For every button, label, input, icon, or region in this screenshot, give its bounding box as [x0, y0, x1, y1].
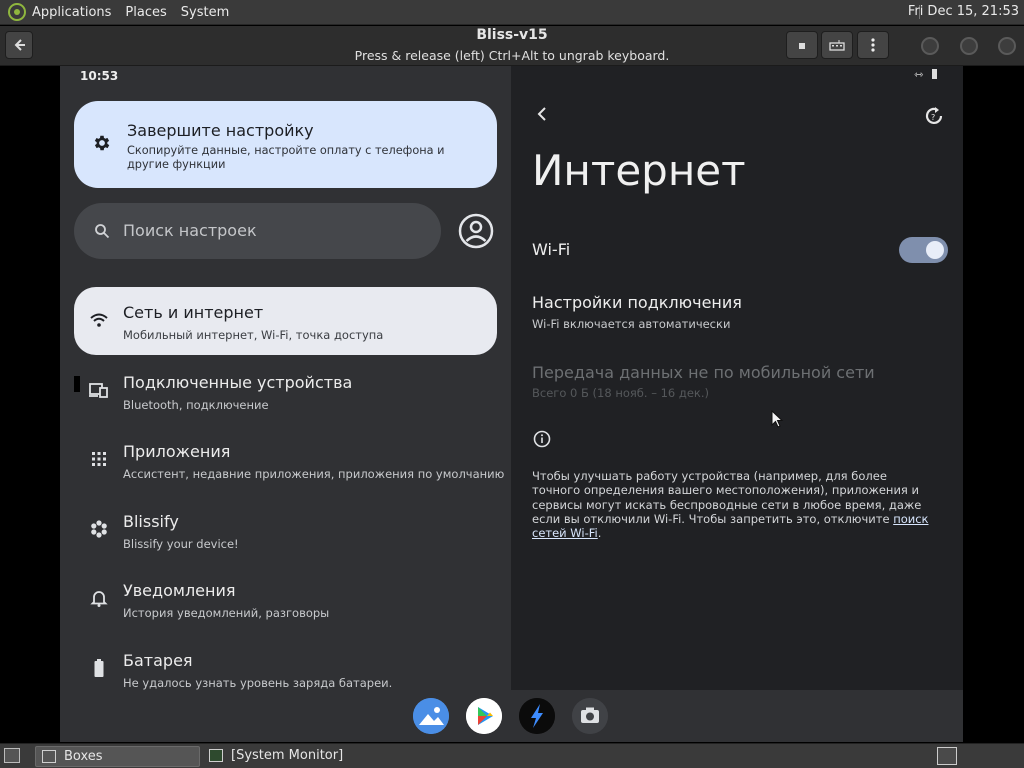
battery-icon: [94, 659, 104, 677]
menu-system[interactable]: System: [181, 5, 229, 20]
settings-item-connected-devices[interactable]: Подключенные устройства Bluetooth, подкл…: [74, 357, 497, 425]
ethernet-icon: ⇿: [914, 68, 924, 81]
settings-item-blissify[interactable]: Blissify Blissify your device!: [74, 496, 497, 564]
settings-item-sub: Ассистент, недавние приложения, приложен…: [123, 467, 505, 481]
wifi-label[interactable]: Wi-Fi: [532, 240, 570, 259]
gear-icon: [94, 135, 110, 151]
minimize-button[interactable]: [921, 37, 939, 55]
android-screen[interactable]: 10:53 Завершите настройку Скопируйте дан…: [60, 66, 963, 742]
settings-item-sub: Bluetooth, подключение: [123, 398, 269, 412]
gallery-icon[interactable]: [413, 698, 449, 734]
wifi-scan-info: Чтобы улучшать работу устройства (наприм…: [532, 469, 937, 540]
back-chevron-icon[interactable]: [534, 104, 550, 124]
stop-icon: [799, 43, 805, 49]
show-desktop-icon[interactable]: [4, 748, 20, 763]
system-monitor-app-icon: [209, 749, 223, 762]
settings-item-label: Приложения: [123, 442, 231, 461]
bolt-icon[interactable]: [519, 698, 555, 734]
taskbar-item-system-monitor[interactable]: [System Monitor]: [203, 746, 403, 767]
account-avatar-icon[interactable]: [458, 213, 494, 249]
status-bar-time: 10:53: [80, 69, 119, 83]
wifi-scan-info-text: Чтобы улучшать работу устройства (наприм…: [532, 469, 922, 526]
info-period: .: [597, 526, 602, 541]
search-placeholder: Поиск настроек: [123, 221, 257, 240]
camera-glyph: [572, 698, 608, 734]
non-mobile-data-sub: Всего 0 Б (18 нояб. – 16 дек.): [532, 386, 709, 400]
desktop-top-panel: Applications Places System Fri Dec 15, 2…: [0, 0, 1024, 25]
settings-item-sub: Мобильный интернет, Wi-Fi, точка доступа: [123, 328, 384, 342]
svg-text:?: ?: [931, 113, 935, 122]
connection-settings-sub: Wi-Fi включается автоматически: [532, 317, 731, 331]
settings-item-label: Blissify: [123, 512, 179, 531]
flower-icon: [91, 520, 107, 538]
gallery-glyph: [413, 698, 449, 734]
keyboard-icon: [829, 40, 845, 51]
bolt-glyph: [519, 698, 555, 734]
clock[interactable]: Fri Dec 15, 21:53: [908, 4, 1019, 19]
app-dock: [60, 690, 963, 742]
finish-setup-title: Завершите настройку: [127, 121, 314, 140]
finish-setup-card[interactable]: Завершите настройку Скопируйте данные, н…: [74, 101, 497, 188]
settings-item-label: Сеть и интернет: [123, 303, 264, 322]
distro-logo-icon[interactable]: [8, 3, 26, 21]
keyboard-button[interactable]: [821, 31, 853, 59]
taskbar-item-boxes[interactable]: Boxes: [35, 746, 200, 767]
menu-places[interactable]: Places: [125, 5, 166, 20]
taskbar-item-label: Boxes: [64, 749, 103, 764]
apps-icon: [92, 452, 106, 466]
kebab-menu-icon: [871, 38, 875, 52]
wifi-toggle[interactable]: [899, 237, 948, 263]
settings-item-sub: Не удалось узнать уровень заряда батареи…: [123, 676, 393, 690]
non-mobile-data-title: Передача данных не по мобильной сети: [532, 363, 875, 382]
menu-button[interactable]: [857, 31, 889, 59]
taskbar-item-label: [System Monitor]: [231, 748, 344, 763]
stop-button[interactable]: [786, 31, 818, 59]
play-store-glyph: [466, 698, 502, 734]
desktop-taskbar: Boxes [System Monitor]: [0, 743, 1024, 768]
boxes-header-bar: Bliss-v15 Press & release (left) Ctrl+Al…: [0, 26, 1024, 66]
wifi-toggle-knob: [926, 241, 944, 259]
settings-item-network[interactable]: Сеть и интернет Мобильный интернет, Wi-F…: [74, 287, 497, 355]
devices-icon: [89, 383, 108, 398]
maximize-button[interactable]: [960, 37, 978, 55]
bell-icon: [90, 591, 108, 607]
boxes-app-icon: [42, 750, 56, 763]
settings-search-field[interactable]: Поиск настроек: [74, 203, 441, 259]
settings-item-notifications[interactable]: Уведомления История уведомлений, разгово…: [74, 565, 497, 633]
mouse-pointer-icon: [771, 410, 784, 428]
menu-applications[interactable]: Applications: [32, 5, 111, 20]
settings-item-sub: История уведомлений, разговоры: [123, 606, 330, 620]
help-icon[interactable]: ?: [923, 105, 945, 127]
settings-item-label: Подключенные устройства: [123, 373, 353, 392]
finish-setup-text: Скопируйте данные, настройте оплату с те…: [127, 144, 445, 171]
page-title: Интернет: [532, 146, 746, 195]
status-bar-icons: ⇿: [914, 68, 937, 81]
workspace-switcher-icon[interactable]: [937, 747, 957, 765]
connection-settings-title[interactable]: Настройки подключения: [532, 293, 742, 312]
settings-item-sub: Blissify your device!: [123, 537, 239, 551]
play-store-icon[interactable]: [466, 698, 502, 734]
info-icon: [533, 430, 551, 448]
search-icon: [95, 224, 110, 239]
wifi-icon: [90, 313, 108, 327]
battery-status-icon: [932, 69, 937, 79]
camera-icon[interactable]: [572, 698, 608, 734]
settings-list-pane: 10:53 Завершите настройку Скопируйте дан…: [60, 66, 511, 690]
internet-detail-pane: ⇿ ? Интернет Wi-Fi Настройки подключения…: [511, 66, 963, 690]
close-button[interactable]: [998, 37, 1016, 55]
settings-item-label: Батарея: [123, 651, 193, 670]
settings-item-label: Уведомления: [123, 581, 236, 600]
settings-item-apps[interactable]: Приложения Ассистент, недавние приложени…: [74, 426, 504, 494]
